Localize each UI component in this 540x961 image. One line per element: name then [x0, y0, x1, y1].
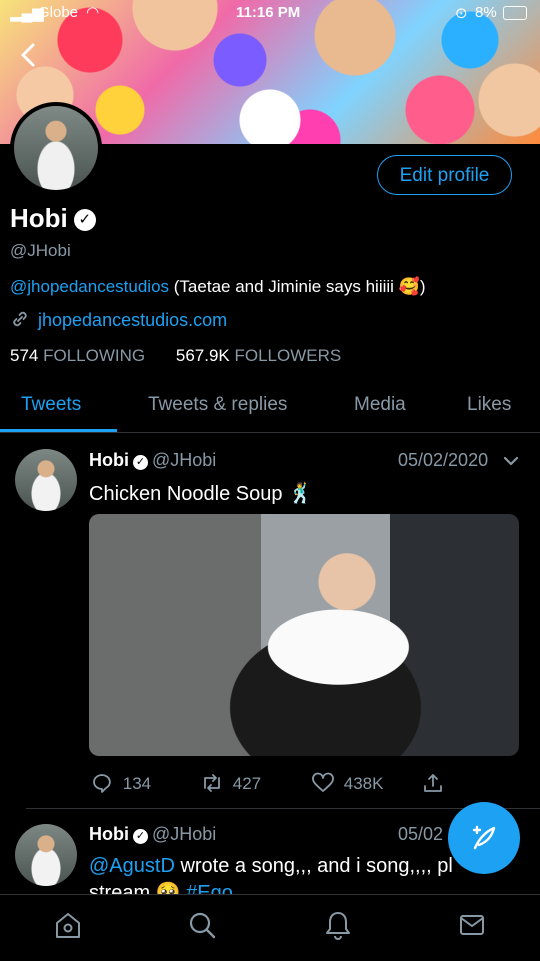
edit-profile-button[interactable]: Edit profile — [377, 155, 512, 195]
search-icon — [189, 912, 216, 939]
carrier-label: Globe — [38, 4, 79, 21]
retweet-icon — [204, 774, 220, 792]
retweet-count: 427 — [232, 774, 262, 793]
verified-badge-icon: ✓ — [133, 455, 148, 470]
back-button[interactable] — [14, 40, 44, 70]
tweet-date: 05/02 — [398, 824, 444, 844]
clock: 11:16 PM — [236, 4, 301, 21]
verified-badge-icon: ✓ — [133, 829, 148, 844]
nav-home[interactable] — [48, 909, 88, 945]
tab-likes[interactable]: Likes — [467, 378, 511, 432]
bio-text: (Taetae and Jiminie says hiiiii 🥰) — [169, 277, 426, 296]
nav-search[interactable] — [182, 909, 222, 945]
following-stat[interactable]: 574 FOLLOWING — [10, 346, 145, 365]
tweet-author-name[interactable]: Hobi — [89, 450, 129, 470]
verified-badge-icon: ✓ — [73, 209, 96, 231]
follow-stats: 574 FOLLOWING 567.9K FOLLOWERS — [10, 346, 341, 366]
nav-notifications[interactable] — [318, 909, 358, 945]
like-button[interactable]: 438K — [311, 772, 383, 794]
heart-icon — [312, 772, 334, 792]
tab-tweets[interactable]: Tweets — [21, 378, 81, 432]
reply-button[interactable]: 134 — [91, 772, 151, 794]
chevron-left-icon — [21, 43, 35, 67]
tweet-header: Hobi ✓ @JHobi — [89, 450, 216, 471]
battery-icon — [503, 6, 527, 20]
bottom-navigation — [0, 894, 540, 961]
tweet-text-body: wrote a song,,, and i song,,,, pl — [174, 855, 453, 877]
chevron-down-icon — [503, 456, 519, 466]
bell-icon — [326, 912, 350, 940]
tweet-text-body-2: stream 🥺 — [89, 882, 187, 894]
active-tab-indicator — [0, 429, 117, 432]
profile-website[interactable]: jhopedancestudios.com — [10, 309, 227, 331]
tweet-menu-button[interactable] — [502, 452, 520, 470]
retweet-button[interactable]: 427 — [200, 772, 261, 794]
compose-icon — [472, 825, 496, 850]
followers-stat[interactable]: 567.9K FOLLOWERS — [176, 346, 341, 365]
bio-mention-link[interactable]: @jhopedancestudios — [10, 277, 169, 296]
profile-name-row: Hobi ✓ — [10, 203, 96, 234]
profile-tabs: Tweets Tweets & replies Media Likes — [0, 378, 540, 433]
tab-tweets-replies[interactable]: Tweets & replies — [148, 378, 287, 432]
profile-name: Hobi — [10, 203, 68, 233]
wifi-icon: ◠ — [86, 4, 100, 21]
tweet-avatar[interactable] — [15, 449, 77, 511]
website-link[interactable]: jhopedancestudios.com — [38, 310, 227, 330]
orientation-lock-icon: ⊙ — [455, 5, 468, 22]
tweet-text: @AgustD wrote a song,,, and i song,,,, p… — [89, 855, 481, 878]
tweet-text: Chicken Noodle Soup 🕺 — [89, 483, 313, 505]
reply-icon — [93, 774, 111, 793]
profile-avatar[interactable] — [10, 102, 102, 194]
tweet-author-handle[interactable]: @JHobi — [152, 450, 216, 470]
nav-messages[interactable] — [452, 909, 492, 945]
tweet-author-name[interactable]: Hobi — [89, 824, 129, 844]
following-count: 574 — [10, 346, 39, 365]
followers-label: FOLLOWERS — [234, 346, 342, 365]
tweet-text-line2: stream 🥺 #Ego — [89, 880, 233, 894]
share-button[interactable] — [422, 772, 444, 794]
hashtag-link[interactable]: #Ego — [186, 882, 233, 894]
tab-media[interactable]: Media — [354, 378, 406, 432]
tweet-avatar[interactable] — [15, 824, 77, 886]
profile-handle: @JHobi — [10, 241, 71, 260]
like-count: 438K — [343, 774, 384, 793]
home-icon — [56, 913, 80, 938]
tweet-media-image[interactable] — [89, 514, 519, 756]
profile-bio: @jhopedancestudios (Taetae and Jiminie s… — [10, 277, 425, 297]
tweet-author-handle[interactable]: @JHobi — [152, 824, 216, 844]
battery-percentage: 8% — [475, 4, 497, 21]
followers-count: 567.9K — [175, 346, 230, 365]
reply-count: 134 — [122, 774, 152, 793]
tweet-mention-link[interactable]: @AgustD — [89, 855, 175, 877]
share-icon — [424, 774, 442, 792]
tweet-header: Hobi ✓ @JHobi — [89, 824, 216, 845]
compose-tweet-button[interactable] — [448, 802, 520, 874]
following-label: FOLLOWING — [43, 346, 146, 365]
link-icon — [13, 311, 27, 327]
status-bar: ▂▄▆ Globe ◠ 11:16 PM ⊙ 8% — [0, 0, 540, 26]
tweet-date: 05/02/2020 — [398, 450, 489, 470]
mail-icon — [460, 915, 484, 935]
